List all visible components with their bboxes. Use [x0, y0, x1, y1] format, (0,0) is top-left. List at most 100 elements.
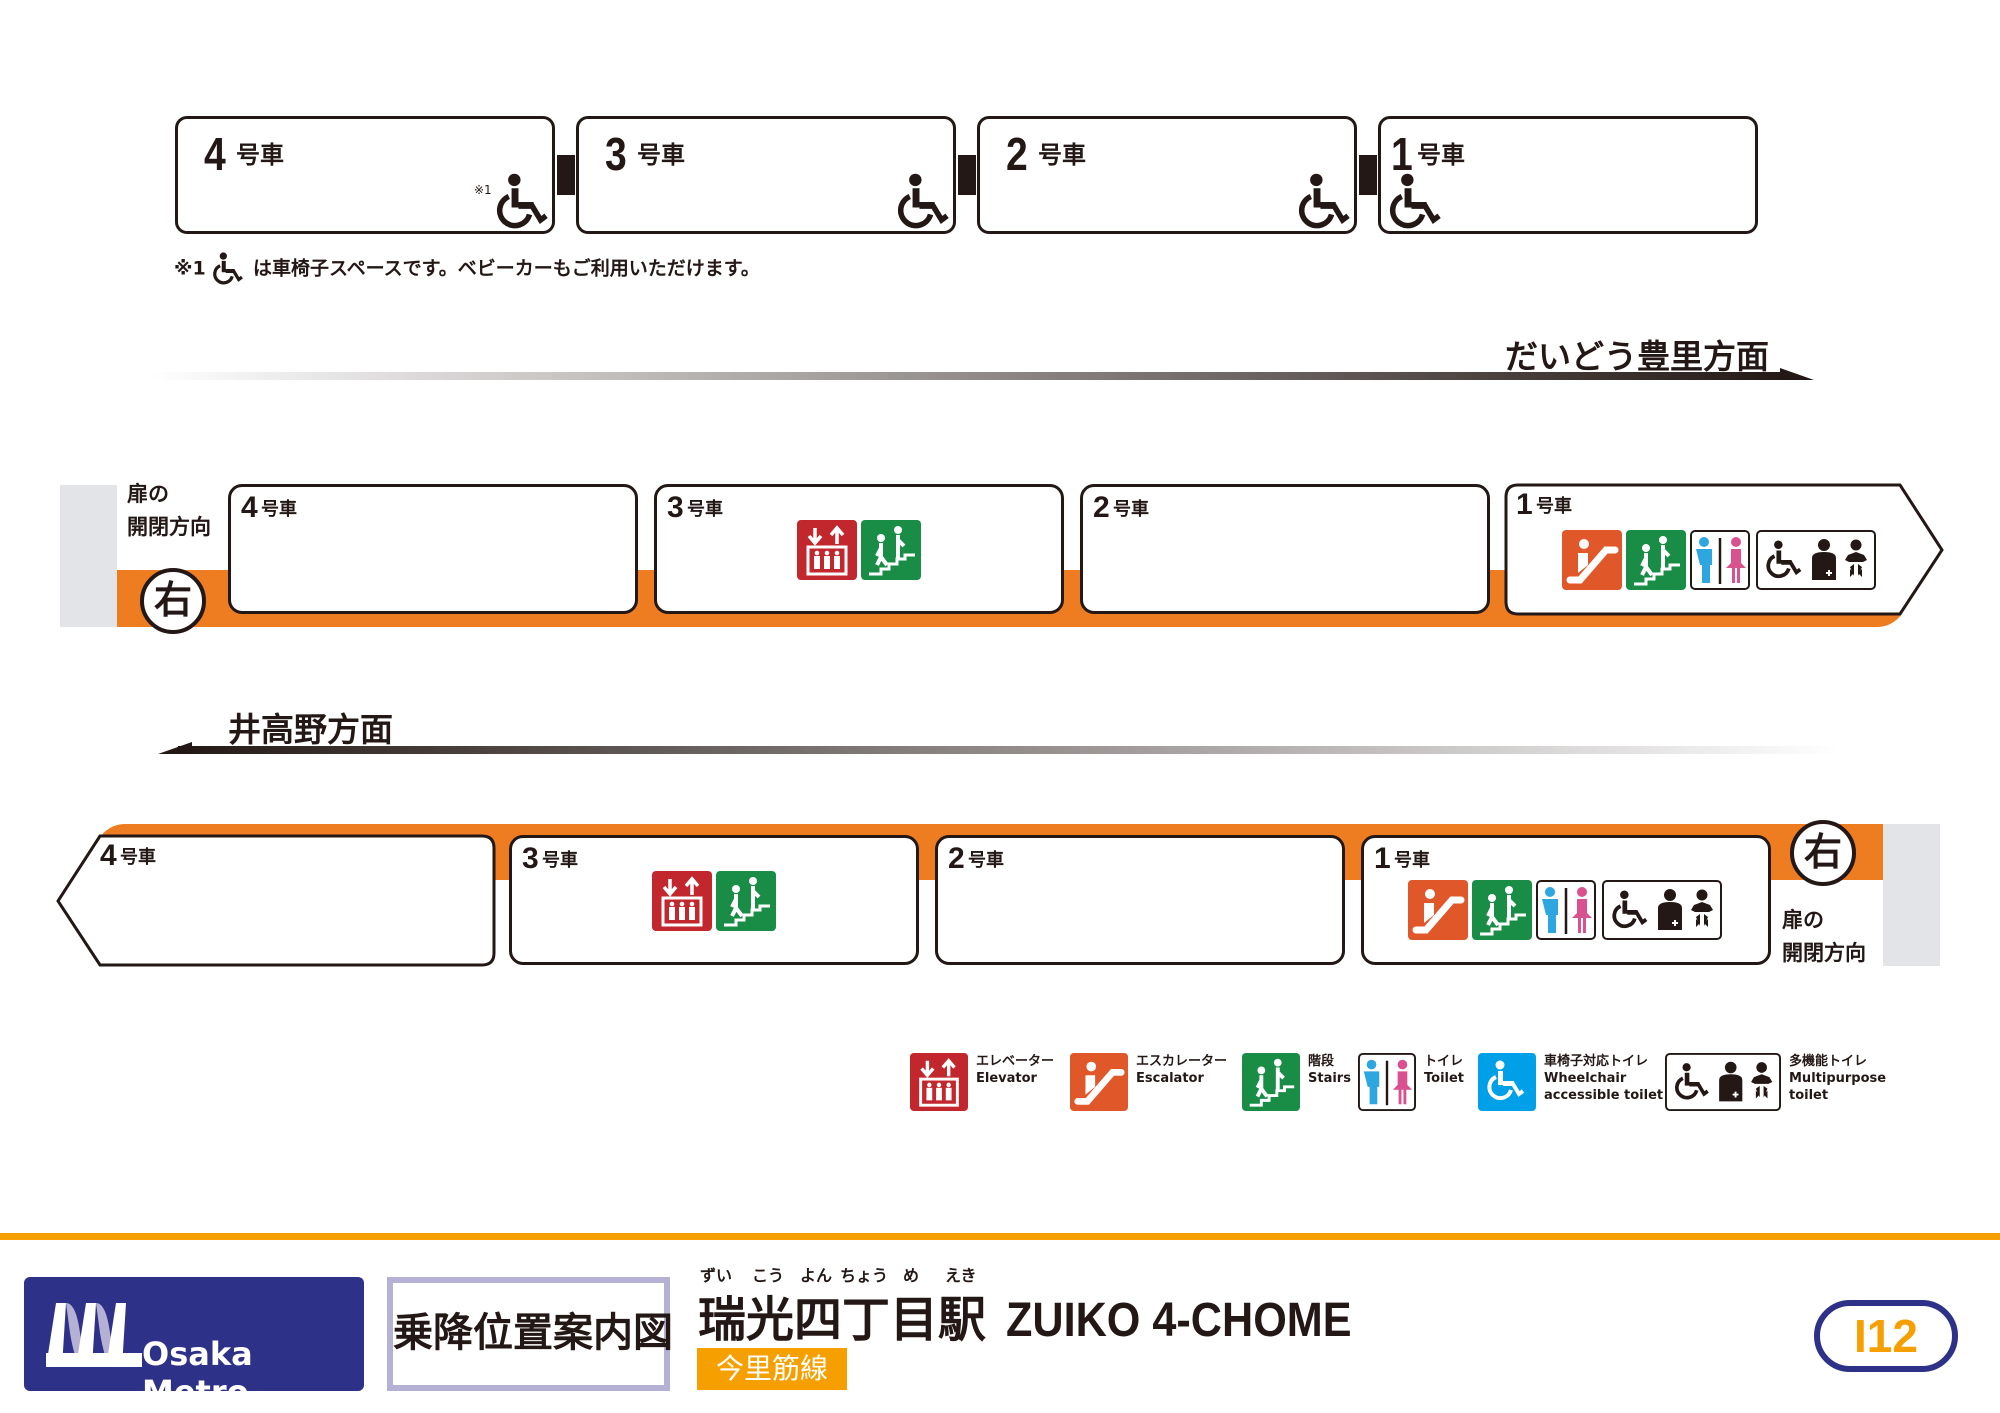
stairs-icon [1472, 880, 1532, 940]
car-suffix: 号車 [261, 499, 297, 520]
car-suffix: 号車 [1038, 141, 1086, 169]
wheelchair-note: ※1 は車椅子スペースです。ベビーカーもご利用いただけます。 [174, 252, 760, 286]
car-number: 3 [667, 491, 684, 524]
car-suffix: 号車 [637, 141, 685, 169]
escalator-icon [1408, 880, 1468, 940]
coupler [557, 155, 575, 195]
multipurpose-toilet-icon [1600, 880, 1724, 940]
note-text: は車椅子スペースです。ベビーカーもご利用いただけます。 [252, 257, 760, 280]
facility-icons [1562, 530, 1878, 590]
wheelchair-space-icon [1389, 173, 1445, 231]
car-number: 4 [241, 491, 258, 524]
car-number: 3 [605, 128, 627, 180]
legend-ja: トイレ [1424, 1054, 1464, 1069]
car-number: 3 [522, 842, 539, 875]
legend-en: Multipurpose [1789, 1071, 1887, 1086]
metro-m-icon [46, 1303, 142, 1367]
multipurpose-toilet-icon [1754, 530, 1878, 590]
facility-icons [652, 871, 776, 931]
osaka-metro-logo: Osaka Metro [24, 1277, 364, 1411]
legend-multipurpose-toilet: 多機能トイレ Multipurpose toilet [1665, 1053, 1886, 1111]
car-number: 1 [1516, 488, 1533, 521]
stairs-icon [1626, 530, 1686, 590]
platform-car-4: 4 号車 [228, 484, 638, 614]
car-suffix: 号車 [687, 499, 723, 520]
door-label-line2: 開閉方向 [127, 515, 211, 539]
legend-en: Toilet [1424, 1071, 1465, 1086]
formation-car-1: 1 号車 [1378, 116, 1758, 234]
car-suffix: 号車 [1536, 496, 1572, 517]
legend-ja: 階段 [1308, 1054, 1335, 1069]
station-name: 瑞光四丁目駅 ZUIKO 4-CHOME [698, 1280, 1390, 1350]
legend-elevator: エレベーター Elevator [910, 1053, 1054, 1111]
note-prefix: ※1 [174, 257, 206, 280]
car-suffix: 号車 [968, 850, 1004, 871]
door-label-line1: 扉の [127, 482, 169, 506]
facility-icons [1408, 880, 1724, 940]
legend-stairs: 階段 Stairs [1242, 1053, 1351, 1111]
station-number-badge: I12 [1814, 1300, 1958, 1372]
door-side-label: 扉の 開閉方向 [1782, 904, 1866, 970]
elevator-icon [797, 520, 857, 580]
footer-divider [0, 1233, 2000, 1240]
door-label-line2: 開閉方向 [1782, 941, 1866, 965]
platform-car-1: 1 号車 [1361, 835, 1771, 965]
platform-car-3: 3 号車 [509, 835, 919, 965]
toilet-icon [1690, 530, 1750, 590]
formation-car-3: 3 号車 [576, 116, 956, 234]
car-number: 1 [1374, 842, 1391, 875]
door-side-badge: 右 [140, 568, 206, 634]
car-number: 4 [204, 128, 226, 180]
car-suffix: 号車 [120, 847, 156, 868]
station-name-ja: 瑞光四丁目駅 [698, 1292, 987, 1348]
wheelchair-space-icon [1298, 173, 1354, 231]
legend-wheelchair-toilet: 車椅子対応トイレ Wheelchair accessible toilet [1478, 1053, 1663, 1111]
legend-en: Escalator [1136, 1071, 1204, 1086]
door-side-label: 扉の 開閉方向 [127, 478, 211, 544]
wheelchair-toilet-icon [1478, 1053, 1536, 1111]
escalator-icon [1562, 530, 1622, 590]
guide-title: 乗降位置案内図 [387, 1277, 673, 1391]
direction-arrow-left [158, 742, 1838, 754]
car-number: 2 [948, 842, 965, 875]
elevator-icon [652, 871, 712, 931]
coupler [958, 155, 976, 195]
legend-en2: accessible toilet [1544, 1088, 1664, 1103]
car-suffix: 号車 [1113, 499, 1149, 520]
toilet-icon [1536, 880, 1596, 940]
legend-en: Stairs [1308, 1071, 1351, 1086]
legend-ja: エスカレーター [1136, 1054, 1228, 1069]
car-suffix: 号車 [542, 850, 578, 871]
direction-arrow-right [150, 368, 1814, 380]
car-number: 2 [1093, 491, 1110, 524]
car-number: 4 [100, 839, 117, 872]
legend-ja: エレベーター [976, 1054, 1055, 1069]
note-mark: ※1 [474, 183, 492, 197]
legend-ja: 多機能トイレ [1789, 1054, 1868, 1069]
car-number: 2 [1006, 128, 1028, 180]
escalator-icon [1070, 1053, 1128, 1111]
car-suffix: 号車 [236, 141, 284, 169]
facility-icons [797, 520, 921, 580]
door-label-line1: 扉の [1782, 908, 1824, 932]
stairs-icon [1242, 1053, 1300, 1111]
multipurpose-toilet-icon [1665, 1053, 1781, 1111]
car-suffix: 号車 [1394, 850, 1430, 871]
door-side-badge: 右 [1790, 820, 1856, 886]
legend-en: Wheelchair [1544, 1071, 1627, 1086]
brand-name: Osaka Metro [142, 1335, 253, 1411]
legend-ja: 車椅子対応トイレ [1544, 1054, 1649, 1069]
toilet-icon [1358, 1053, 1416, 1111]
station-name-en: ZUIKO 4-CHOME [1006, 1294, 1352, 1347]
coupler [1359, 155, 1377, 195]
stairs-icon [716, 871, 776, 931]
platform-wall [1883, 824, 1940, 966]
wheelchair-space-icon [897, 173, 953, 231]
car-suffix: 号車 [1417, 141, 1465, 169]
legend-en: Elevator [976, 1071, 1037, 1086]
stairs-icon [861, 520, 921, 580]
platform-car-2: 2 号車 [1080, 484, 1490, 614]
platform-car-1: 1 号車 [1504, 484, 1924, 614]
legend-escalator: エスカレーター Escalator [1070, 1053, 1227, 1111]
platform-car-2: 2 号車 [935, 835, 1345, 965]
